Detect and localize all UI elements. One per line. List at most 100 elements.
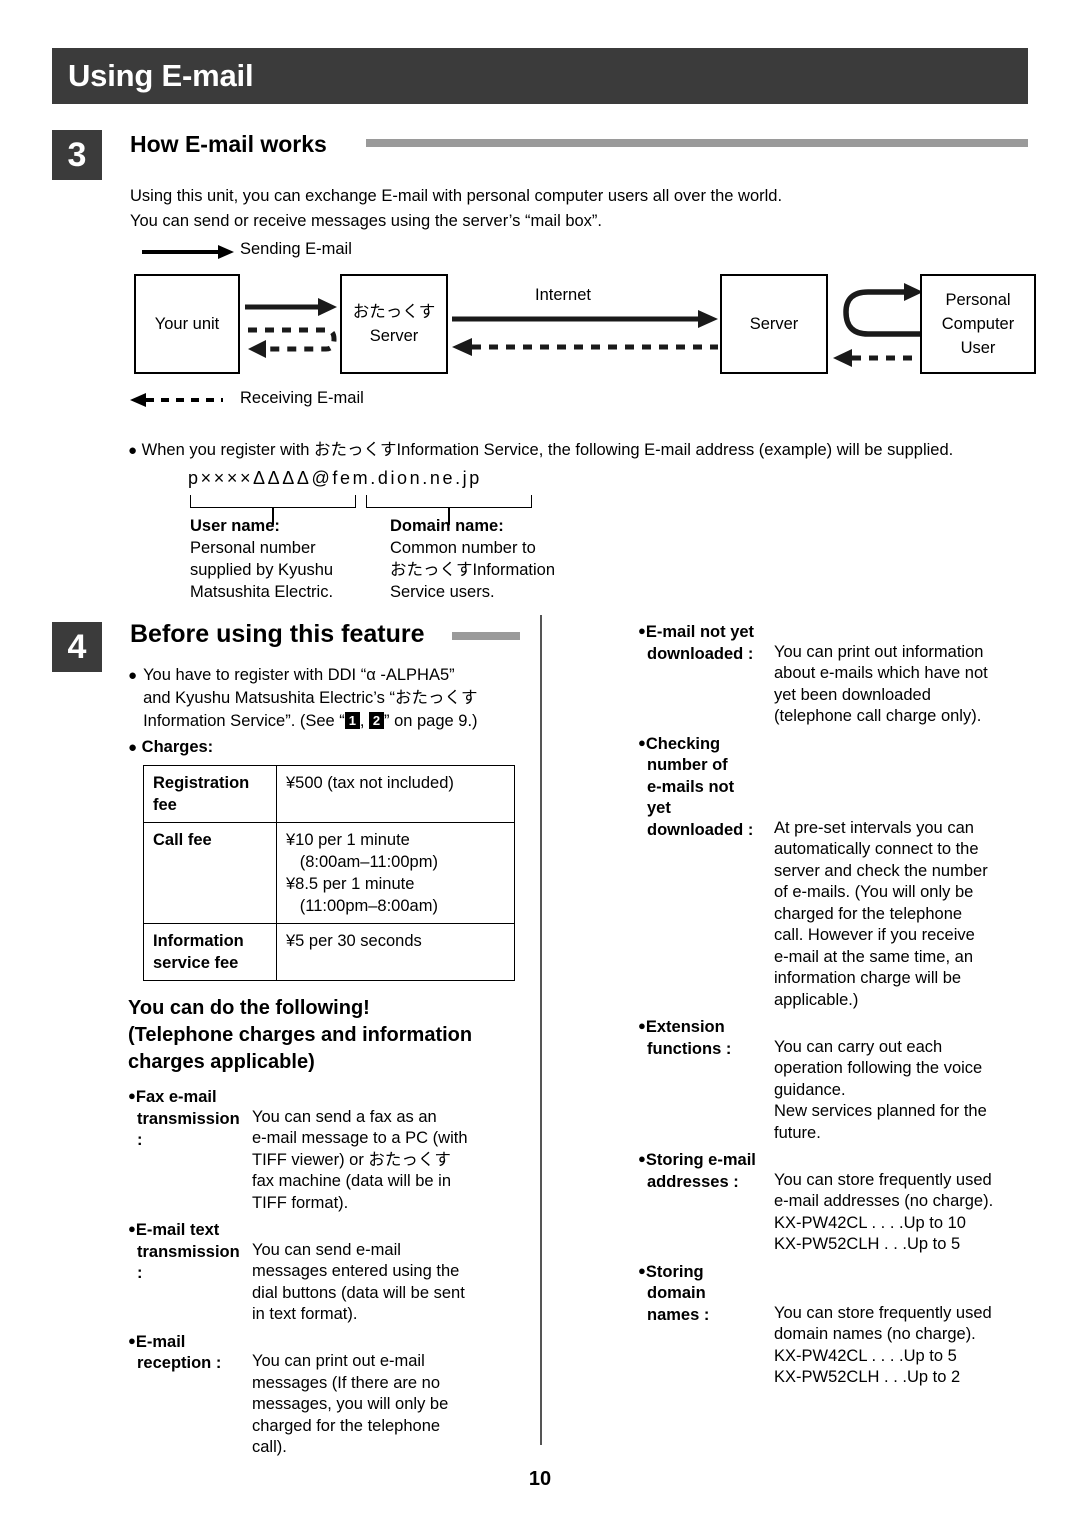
register-line-3-mid: , — [359, 712, 369, 730]
bullet-icon: ● — [638, 623, 646, 638]
feature-description-line: fax machine (data will be in — [252, 1172, 452, 1190]
receiving-arrow-icon — [130, 393, 223, 407]
feature-description-line: automatically connect to the — [774, 840, 979, 858]
feature-term-line: yet — [647, 799, 671, 817]
column-divider — [540, 615, 542, 1445]
feature-description-line: You can print out information — [774, 642, 984, 661]
section-number-4: 4 — [52, 622, 102, 672]
feature-item: ●E-mail reception : You can print out e-ma… — [128, 1330, 528, 1459]
feature-description-line: You can store frequently used — [774, 1303, 992, 1322]
feature-description: You can send a fax as an e-mail message t… — [246, 1107, 528, 1215]
feature-description-line: (telephone call charge only). — [774, 707, 982, 725]
feature-description-line: At pre-set intervals you can — [774, 818, 974, 837]
subhead-line-3: charges applicable) — [128, 1051, 315, 1073]
diagram-box-otax-server: おたっくす Server — [340, 274, 448, 374]
domain-name-desc-line-3: Service users. — [390, 583, 495, 601]
charges-table-value: ¥500 (tax not included) — [276, 765, 515, 823]
charges-table-body: Registration fee ¥500 (tax not included) C… — [143, 765, 515, 981]
manual-page: Using E-mail 3 How E-mail works Using th… — [0, 0, 1080, 1528]
page-header-banner: Using E-mail — [52, 48, 1028, 104]
charges-table-row: Registration fee ¥500 (tax not included) — [143, 765, 515, 823]
bullet-icon: ● — [638, 1018, 646, 1033]
feature-description-line: TIFF format). — [252, 1193, 349, 1212]
charges-table-key: Call fee — [143, 822, 277, 924]
diagram-box-personal-computer-user: Personal Computer User — [920, 274, 1036, 374]
feature-description-line: e-mail message to a PC (with — [252, 1129, 468, 1147]
email-flow-diagram: Sending E-mail Receiving E-mail Your uni… — [120, 232, 1050, 427]
feature-term-line: ●Storing e-mail — [638, 1151, 756, 1169]
ref-marker-1: 1 — [344, 712, 360, 729]
sending-arrow-icon — [142, 245, 234, 259]
feature-term: ●E-mail text transmission : — [128, 1218, 246, 1285]
feature-description-line: messages (If there are no — [252, 1373, 441, 1392]
feature-description: You can print out e-mail messages (If the… — [246, 1351, 528, 1459]
bullet-icon: ● — [638, 1151, 646, 1166]
internet-label: Internet — [535, 286, 591, 304]
feature-description-line: e-mail at the same time, an — [774, 947, 973, 966]
feature-description-line: charged for the telephone — [252, 1416, 441, 1435]
feature-description-line: TIFF viewer) or おたっくす — [252, 1150, 451, 1169]
feature-item: ●Checking number of e-mails not yet download… — [638, 732, 1038, 1012]
feature-term: ●E-mail not yet downloaded : — [638, 620, 768, 665]
feature-term-line: domain — [647, 1284, 706, 1302]
charges-table-key: Registration fee — [143, 765, 277, 823]
feature-term-line: transmission : — [137, 1109, 240, 1150]
features-list-right: ●E-mail not yet downloaded : You can print… — [638, 620, 1038, 1393]
diagram-box-pc-label-3: User — [960, 339, 996, 357]
diagram-box-your-unit: Your unit — [134, 274, 240, 374]
feature-description-line: New services planned for the — [774, 1102, 987, 1120]
feature-term-line: ●Fax e-mail — [128, 1088, 217, 1106]
feature-description-line: KX-PW42CL . . . .Up to 10 — [774, 1213, 966, 1232]
feature-description: You can send e-mail messages entered usin… — [246, 1240, 528, 1326]
feature-description: You can carry out each operation followin… — [768, 1037, 1038, 1145]
feature-term: ●Fax e-mail transmission : — [128, 1085, 246, 1152]
charges-table-value: ¥5 per 30 seconds — [276, 923, 515, 981]
subhead-line-2: (Telephone charges and information — [128, 1024, 473, 1046]
user-name-label: User name: — [190, 517, 280, 535]
feature-term-line: ●E-mail — [128, 1332, 186, 1351]
feature-term-line: ●Checking — [638, 734, 721, 753]
feature-term-line: ●E-mail text — [128, 1221, 220, 1239]
feature-item: ●Storing e-mail addresses : You can store … — [638, 1148, 1038, 1256]
section-3-number-label: 3 — [67, 136, 87, 174]
feature-description-line: server and check the number — [774, 861, 988, 880]
feature-description-line: charged for the telephone — [774, 904, 963, 923]
feature-description-line: guidance. — [774, 1080, 846, 1099]
feature-description-line: operation following the voice — [774, 1059, 983, 1077]
ref-marker-2: 2 — [368, 712, 384, 729]
feature-description-line: KX-PW42CL . . . .Up to 5 — [774, 1346, 957, 1365]
feature-term-line: ●E-mail not yet — [638, 623, 755, 641]
subhead-line-1: You can do the following! — [128, 997, 370, 1019]
features-list-left: ●Fax e-mail transmission : You can send a … — [128, 1085, 528, 1463]
section-4-heading: Before using this feature — [130, 620, 425, 648]
feature-description-line: You can store frequently used — [774, 1170, 992, 1189]
domain-name-label: Domain name: — [390, 517, 504, 535]
feature-description-line: messages, you will only be — [252, 1395, 449, 1413]
feature-term-line: addresses : — [647, 1172, 739, 1191]
bullet-icon: ● — [128, 739, 138, 756]
bullet-icon: ● — [128, 667, 138, 684]
server-to-pc-arrows-icon — [833, 283, 923, 367]
user-name-desc-line-1: Personal number — [190, 539, 316, 557]
feature-item: ●E-mail text transmission : You can send e… — [128, 1218, 528, 1326]
domain-name-description: Domain name: Common number to おたっくすInfor… — [390, 515, 590, 603]
section-4-number-label: 4 — [67, 628, 87, 666]
feature-term: ●Checking number of e-mails not yet download… — [638, 732, 768, 842]
feature-description: At pre-set intervals you can automaticall… — [768, 818, 1038, 1012]
charges-label: Charges: — [141, 738, 214, 756]
register-note-text: When you register with おたっくすInformation … — [141, 441, 954, 459]
user-name-description: User name: Personal number supplied by K… — [190, 515, 370, 603]
feature-term: ●Storing e-mail addresses : — [638, 1148, 768, 1193]
feature-description-line: call). — [252, 1438, 287, 1456]
user-name-desc-line-3: Matsushita Electric. — [190, 583, 334, 601]
feature-description-line: yet been downloaded — [774, 685, 931, 704]
feature-item: ●E-mail not yet downloaded : You can print… — [638, 620, 1038, 728]
feature-item: ●Extension functions : You can carry out e… — [638, 1015, 1038, 1144]
diagram-box-server-label: Server — [749, 315, 799, 333]
feature-item: ●Fax e-mail transmission : You can send a … — [128, 1085, 528, 1214]
feature-description: You can print out information about e-mai… — [768, 642, 1038, 728]
bullet-icon: ● — [638, 734, 646, 750]
feature-description-line: about e-mails which have not — [774, 664, 988, 682]
diagram-box-otax-server-label-1: おたっくす — [352, 303, 436, 321]
register-line-3-post: ” on page 9.) — [383, 712, 478, 730]
